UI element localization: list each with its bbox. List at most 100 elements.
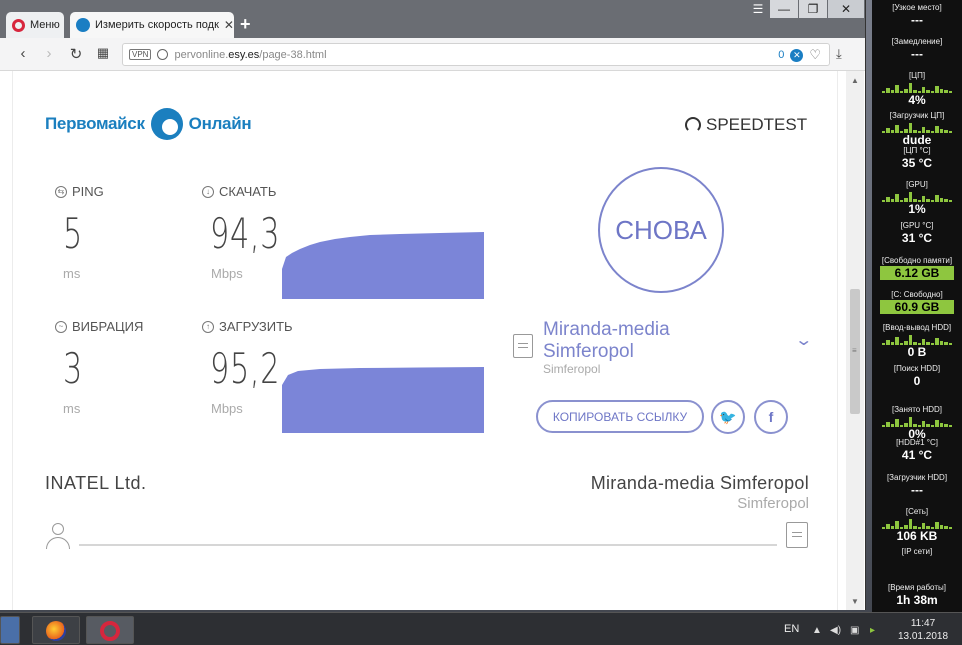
ping-icon: ⇆ — [55, 185, 67, 198]
gadget-row: [Ввод-вывод HDD] 0 B — [872, 322, 962, 359]
server-city: Simferopol — [543, 362, 601, 376]
jitter-label: ~ ВИБРАЦИЯ — [55, 319, 143, 334]
minimize-button[interactable]: — — [770, 0, 798, 18]
gadget-label: [Узкое место] — [892, 3, 942, 12]
opera-icon — [100, 621, 120, 641]
upload-label: ↑ ЗАГРУЗИТЬ — [202, 319, 293, 334]
ping-value: 5 — [63, 209, 83, 258]
chevron-down-icon[interactable]: ⌄ — [794, 330, 813, 350]
menu-label: Меню — [30, 19, 60, 31]
gadget-sparkline — [882, 81, 952, 93]
upload-unit: Mbps — [211, 401, 243, 416]
gadget-row: [Загрузчик ЦП] dude — [872, 110, 962, 147]
firefox-icon — [46, 621, 66, 641]
page-scrollbar[interactable]: ▲ ≡ ▼ — [846, 71, 864, 610]
download-unit: Mbps — [211, 266, 243, 281]
gadget-row: [Время работы] 1h 38m — [872, 582, 962, 607]
tray-arrow-icon[interactable]: ▸ — [870, 625, 875, 636]
server-name[interactable]: Miranda-media Simferopol — [543, 319, 763, 363]
gadget-label: [Сеть] — [905, 507, 929, 516]
address-bar: ‹ › ↻ ▦ VPN pervonline.esy.es/page-38.ht… — [0, 38, 865, 71]
taskbar-opera[interactable] — [86, 616, 134, 644]
gadget-row: [Поиск HDD] 0 — [872, 363, 962, 388]
opera-menu-button[interactable]: Меню — [6, 12, 64, 38]
clock[interactable]: 11:47 13.01.2018 — [890, 617, 956, 643]
tab-bar: Меню Измерить скорость подк ✕ + ☰ — ❐ ✕ — [0, 0, 865, 38]
scroll-down-icon[interactable]: ▼ — [846, 594, 864, 608]
gadget-value: 35 °C — [901, 156, 933, 170]
system-monitor-gadget: [Узкое место] --- [Замедление] --- [ЦП] 4% [За… — [872, 0, 962, 612]
upload-graph — [282, 367, 484, 433]
server-bottom-name: Miranda-media Simferopol — [590, 473, 809, 493]
page-viewport: Первомайск Онлайн SPEEDTEST ⇆ PING 5 ms ↓… — [0, 71, 865, 610]
facebook-icon: f — [768, 409, 774, 425]
gadget-row: [Замедление] --- — [872, 36, 962, 61]
maximize-button[interactable]: ❐ — [799, 0, 827, 18]
adblock-count: 0 — [778, 49, 785, 61]
globe-icon — [157, 49, 169, 60]
download-graph — [282, 232, 484, 299]
taskbar-firefox[interactable] — [32, 616, 80, 644]
jitter-value: 3 — [63, 344, 83, 393]
forward-button[interactable]: › — [40, 45, 58, 62]
gadget-value: 60.9 GB — [880, 300, 954, 314]
speed-dial-button[interactable]: ▦ — [94, 45, 112, 61]
isp-name: INATEL Ltd. — [45, 473, 147, 493]
gadget-row: [C: Свободно] 60.9 GB — [872, 289, 962, 314]
gadget-row: [ЦП] 4% — [872, 70, 962, 107]
gadget-label: [Поиск HDD] — [893, 364, 941, 373]
connection-line — [79, 544, 777, 546]
download-label: ↓ СКАЧАТЬ — [202, 184, 276, 199]
download-icon[interactable]: ⤓ — [836, 46, 842, 62]
opera-icon — [12, 18, 25, 32]
gadget-value: 31 °C — [901, 231, 933, 245]
twitter-icon: 🐦 — [719, 408, 737, 425]
reload-button[interactable]: ↻ — [67, 45, 85, 63]
volume-icon[interactable]: ◀) — [830, 625, 841, 636]
copy-link-button[interactable]: КОПИРОВАТЬ ССЫЛКУ — [536, 400, 704, 433]
download-arrow-icon: ↓ — [202, 185, 214, 198]
gadget-label: [Загрузчик ЦП] — [889, 111, 945, 120]
gadget-value: --- — [911, 13, 923, 27]
language-indicator[interactable]: EN — [784, 623, 799, 635]
tab-speedtest[interactable]: Измерить скорость подк ✕ — [70, 12, 234, 38]
new-tab-button[interactable]: + — [240, 14, 251, 35]
facebook-share-button[interactable]: f — [754, 400, 788, 434]
again-button[interactable]: СНОВА — [598, 167, 724, 293]
speedtest-page: Первомайск Онлайн SPEEDTEST ⇆ PING 5 ms ↓… — [12, 71, 838, 610]
gadget-row: [GPU] 1% — [872, 179, 962, 216]
adblock-icon[interactable]: ✕ — [790, 48, 804, 62]
gadget-value: --- — [911, 47, 923, 61]
warning-icon[interactable]: ▲ — [812, 625, 822, 636]
gadget-label: [GPU °C] — [900, 221, 934, 230]
gadget-value: 1h 38m — [896, 593, 938, 607]
close-window-button[interactable]: ✕ — [828, 0, 864, 18]
logo-mark-icon — [150, 108, 183, 140]
gadget-row: [Загрузчик HDD] --- — [872, 472, 962, 497]
speedtest-brand: SPEEDTEST — [685, 115, 807, 135]
gadget-label: [HDD#1 °C] — [896, 438, 938, 447]
close-icon[interactable]: ✕ — [224, 18, 234, 32]
ping-label: ⇆ PING — [55, 184, 104, 199]
bookmark-heart-icon[interactable]: ♡ — [809, 47, 821, 63]
gadget-value: 41 °C — [901, 448, 933, 462]
scroll-up-icon[interactable]: ▲ — [846, 73, 864, 87]
browser-window: Меню Измерить скорость подк ✕ + ☰ — ❐ ✕ … — [0, 0, 866, 610]
gadget-value: 0 B — [907, 345, 927, 359]
url-field[interactable]: VPN pervonline.esy.es/page-38.html 0 ✕ ♡ — [122, 43, 830, 66]
gadget-label: [Свободно памяти] — [881, 256, 953, 265]
twitter-share-button[interactable]: 🐦 — [711, 400, 745, 434]
site-logo[interactable]: Первомайск Онлайн — [45, 108, 252, 140]
site-favicon-icon — [76, 18, 90, 32]
jitter-icon: ~ — [55, 320, 67, 333]
vpn-badge[interactable]: VPN — [129, 49, 152, 60]
gadget-label: [ЦП] — [908, 71, 926, 80]
taskbar-app-floppy[interactable] — [0, 616, 20, 644]
gadget-value: 0 — [913, 374, 921, 388]
gadget-label: [GPU] — [906, 180, 928, 189]
back-button[interactable]: ‹ — [14, 45, 32, 62]
url-text: pervonline.esy.es/page-38.html — [174, 48, 327, 61]
gadget-row: [Узкое место] --- — [872, 2, 962, 27]
tabs-menu-icon[interactable]: ☰ — [744, 0, 772, 18]
network-icon[interactable]: ▣ — [850, 625, 859, 636]
